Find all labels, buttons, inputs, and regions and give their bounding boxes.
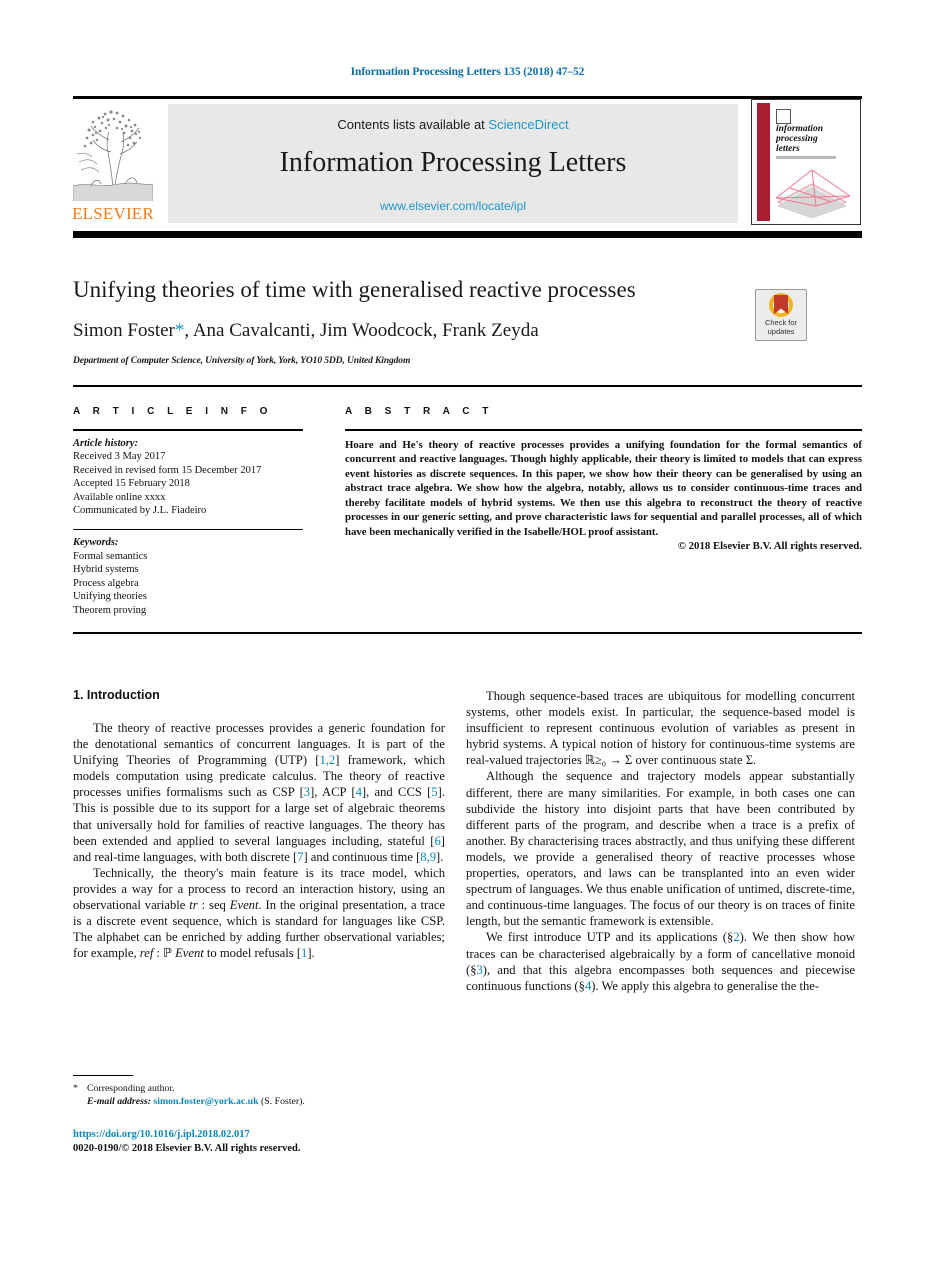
- footnote-email-line: E-mail address: simon.foster@york.ac.uk …: [73, 1095, 445, 1108]
- text-run: ). We apply this algebra to generalise t…: [591, 978, 820, 993]
- doi-link[interactable]: https://doi.org/10.1016/j.ipl.2018.02.01…: [73, 1129, 445, 1140]
- history-item: Received in revised form 15 December 201…: [73, 464, 262, 476]
- math-variable: Event: [229, 898, 259, 913]
- history-item: Accepted 15 February 2018: [73, 478, 190, 489]
- author-rest: , Ana Cavalcanti, Jim Woodcock, Frank Ze…: [184, 320, 539, 341]
- text-run: ].: [436, 849, 444, 864]
- text-run: Though sequence-based traces are ubiquit…: [466, 689, 855, 768]
- running-head: Information Processing Letters 135 (2018…: [350, 66, 585, 78]
- abstract-column: A B S T R A C T Hoare and He's theory of…: [345, 406, 862, 552]
- article-page: Information Processing Letters 135 (2018…: [0, 0, 935, 1266]
- history-item: Available online xxxx: [73, 491, 166, 503]
- sciencedirect-link[interactable]: ScienceDirect: [488, 117, 568, 132]
- paragraph: We first introduce UTP and its applicati…: [466, 929, 855, 993]
- contents-prefix-text: Contents lists available at: [337, 117, 489, 132]
- footnote-star-marker: *: [73, 1083, 78, 1094]
- title-bottom-rule: [73, 385, 862, 387]
- article-title-text: Unifying theories of time with generalis…: [73, 277, 636, 302]
- history-item: Communicated by J.L. Fiadeiro: [73, 505, 207, 516]
- masthead-center-band: Contents lists available at ScienceDirec…: [168, 104, 738, 223]
- page-title: Unifying theories of time with generalis…: [73, 277, 723, 303]
- math-variable: Event: [175, 946, 204, 961]
- issn-copyright-line: 0020-0190/© 2018 Elsevier B.V. All right…: [73, 1143, 301, 1154]
- keywords-label: Keywords:: [73, 537, 119, 548]
- author-first: Simon Foster: [73, 320, 175, 341]
- citation-link[interactable]: 1,2: [319, 753, 335, 767]
- keywords-block: Keywords: Formal semantics Hybrid system…: [73, 536, 303, 617]
- journal-url-link[interactable]: www.elsevier.com/locate/ipl: [168, 199, 738, 213]
- text-run: We first introduce UTP and its applicati…: [486, 930, 734, 945]
- article-history-block: Article history: Received 3 May 2017 Rec…: [73, 437, 303, 518]
- text-run: ] and continuous time [: [303, 849, 421, 864]
- article-info-heading: A R T I C L E I N F O: [73, 406, 273, 417]
- crossmark-label-line1: Check for: [764, 318, 798, 327]
- section-heading-introduction: 1. Introduction: [73, 688, 160, 702]
- text-run: ], and CCS [: [361, 785, 432, 800]
- elsevier-logo: ELSEVIER: [72, 100, 154, 228]
- journal-masthead: ELSEVIER Contents lists available at Sci…: [72, 98, 862, 228]
- tree-illustration-svg: [73, 100, 153, 204]
- article-info-column: A R T I C L E I N F O Article history: R…: [73, 406, 303, 617]
- citation-link[interactable]: 8,9: [420, 850, 436, 864]
- journal-cover-thumbnail: information processing letters: [751, 99, 861, 225]
- abstract-text: Hoare and He's theory of reactive proces…: [345, 438, 862, 539]
- elsevier-wordmark: ELSEVIER: [72, 204, 154, 223]
- text-run: : ℙ: [153, 946, 176, 961]
- elsevier-tree-icon: [73, 100, 153, 204]
- abstract-heading: A B S T R A C T: [345, 406, 494, 417]
- text-run: ], ACP [: [310, 785, 356, 800]
- text-run: : seq: [197, 898, 230, 913]
- keyword-item: Process algebra: [73, 577, 139, 589]
- body-right-column: Though sequence-based traces are ubiquit…: [466, 688, 855, 994]
- keywords-rule: [73, 528, 303, 530]
- paragraph: Although the sequence and trajectory mod…: [466, 768, 855, 929]
- email-address-label: E-mail address:: [87, 1096, 151, 1107]
- footnote-rule: [73, 1075, 133, 1077]
- keyword-item: Unifying theories: [73, 591, 147, 602]
- crossmark-label: Check for updates: [756, 318, 806, 336]
- cover-subtitle-bar: [776, 156, 836, 159]
- footnote-block: * Corresponding author. E-mail address: s…: [73, 1082, 445, 1108]
- crossmark-label-line2: updates: [767, 327, 795, 336]
- paragraph: Though sequence-based traces are ubiquit…: [466, 688, 855, 768]
- cover-title-line-2: processing: [776, 134, 818, 144]
- cover-title-line-1: information: [776, 124, 823, 134]
- text-run: ].: [307, 946, 315, 961]
- math-variable: ref: [139, 946, 154, 961]
- keyword-item: Theorem proving: [73, 604, 147, 616]
- math-variable: tr: [189, 898, 198, 913]
- abstract-rule: [345, 429, 862, 431]
- paragraph: The theory of reactive processes provide…: [73, 720, 445, 865]
- cover-mini-logo-icon: [776, 109, 791, 124]
- journal-title: Information Processing Letters: [279, 147, 627, 178]
- footnote-corresponding-line: * Corresponding author.: [73, 1082, 445, 1095]
- masthead-bottom-rule: [73, 231, 862, 238]
- abstract-copyright: © 2018 Elsevier B.V. All rights reserved…: [677, 539, 862, 552]
- author-list: Simon Foster*, Ana Cavalcanti, Jim Woodc…: [73, 320, 723, 342]
- article-history-label: Article history:: [73, 437, 139, 449]
- affiliation: Department of Computer Science, Universi…: [73, 356, 411, 366]
- body-left-column: 1. Introduction The theory of reactive p…: [73, 688, 445, 961]
- contents-available-line: Contents lists available at ScienceDirec…: [168, 117, 738, 132]
- keyword-item: Hybrid systems: [73, 564, 139, 575]
- corresponding-author-marker: *: [174, 320, 185, 341]
- keyword-item: Formal semantics: [73, 550, 148, 562]
- email-address-link[interactable]: simon.foster@york.ac.uk: [153, 1096, 258, 1107]
- history-item: Received 3 May 2017: [73, 451, 166, 462]
- article-info-rule: [73, 429, 303, 431]
- email-owner-text: (S. Foster).: [261, 1096, 305, 1107]
- cover-title-line-3: letters: [776, 144, 800, 154]
- crossmark-check-for-updates-badge[interactable]: Check for updates: [755, 289, 807, 341]
- paragraph: Technically, the theory's main feature i…: [73, 865, 445, 962]
- footnote-corresponding-text: Corresponding author.: [87, 1083, 175, 1094]
- abstract-bottom-rule: [73, 632, 862, 634]
- text-run: to model refusals [: [203, 946, 302, 961]
- text-run: Although the sequence and trajectory mod…: [466, 769, 855, 929]
- cover-geometric-art: [775, 169, 851, 219]
